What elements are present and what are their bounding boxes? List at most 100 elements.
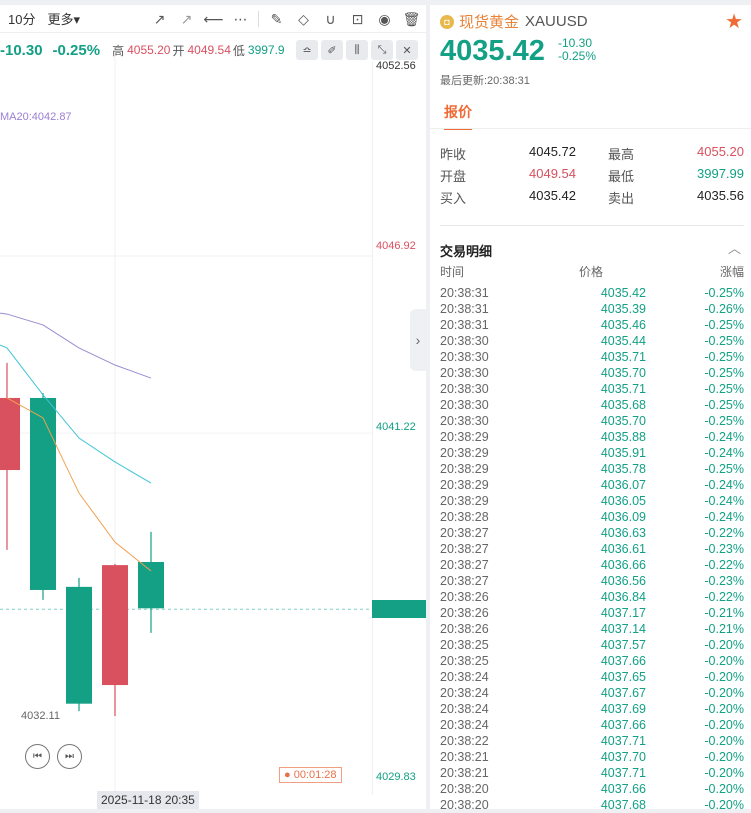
jump-end-button[interactable]: ⏭: [57, 744, 82, 769]
trades-list[interactable]: 20:38:31 4035.42 -0.25% 20:38:31 4035.39 -0.2…: [440, 285, 744, 813]
trade-cell: 20:38:27: [440, 574, 489, 588]
quote-field-label: 买入: [440, 191, 467, 206]
trade-cell: 20:38:25: [440, 638, 489, 652]
trade-row: 20:38:29 4036.07 -0.24%: [440, 477, 744, 493]
trade-cell: 20:38:29: [440, 446, 489, 460]
col-price: 价格: [579, 265, 604, 279]
current-price-tag: [372, 600, 426, 618]
divider: [440, 225, 744, 226]
instrument-symbol: XAUUSD: [525, 13, 588, 30]
lock-icon[interactable]: ⊡: [344, 9, 371, 29]
trades-title: 交易明细: [440, 244, 493, 259]
arrow-line-icon[interactable]: ↗: [146, 9, 173, 29]
trade-cell: -0.24%: [704, 430, 744, 444]
more-dropdown[interactable]: 更多▾: [47, 9, 80, 28]
low-marker-label: 4032.11: [21, 710, 60, 722]
dotted-line-icon[interactable]: ⋯: [227, 9, 254, 29]
trade-cell: 4035.42: [600, 286, 646, 300]
trade-cell: 4036.07: [600, 478, 646, 492]
trade-cell: -0.25%: [704, 286, 744, 300]
countdown-timer: ● 00:01:28: [279, 767, 342, 783]
trade-row: 20:38:20 4037.68 -0.20%: [440, 797, 744, 813]
trade-cell: 4037.69: [600, 702, 646, 716]
trade-cell: 20:38:30: [440, 366, 489, 380]
trade-cell: -0.20%: [704, 734, 744, 748]
trade-row: 20:38:27 4036.56 -0.23%: [440, 573, 744, 589]
candlestick-chart[interactable]: [0, 56, 372, 796]
trade-row: 20:38:24 4037.66 -0.20%: [440, 717, 744, 733]
edit-icon[interactable]: ✎: [263, 9, 290, 29]
low-value: 3997.9: [247, 43, 285, 57]
crosshair-date: 2025-11-18 20:35: [97, 791, 199, 809]
close-icon[interactable]: ✕: [396, 40, 418, 60]
trade-cell: -0.20%: [704, 686, 744, 700]
jump-start-button[interactable]: ⏮: [25, 744, 50, 769]
trade-cell: 20:38:30: [440, 350, 489, 364]
expand-handle[interactable]: ›: [410, 309, 426, 371]
collapse-icon[interactable]: ⤡: [371, 40, 393, 60]
axis-label-1: 4046.92: [376, 240, 416, 252]
trade-row: 20:38:26 4036.84 -0.22%: [440, 589, 744, 605]
trade-cell: 20:38:31: [440, 302, 489, 316]
favorite-star-icon[interactable]: ★: [725, 9, 743, 34]
quote-field-value: 4035.42: [529, 188, 576, 203]
trade-cell: 20:38:29: [440, 478, 489, 492]
magnet-icon[interactable]: ∪: [317, 9, 344, 29]
quote-panel: ◘ 现货黄金 XAUUSD ★ 4035.42 -10.30 -0.25% 最后更…: [430, 5, 751, 812]
trade-cell: 4037.66: [600, 782, 646, 796]
trade-cell: 4037.14: [600, 622, 646, 636]
trade-cell: 4035.39: [600, 302, 646, 316]
trade-row: 20:38:28 4036.09 -0.24%: [440, 509, 744, 525]
trade-cell: 20:38:29: [440, 494, 489, 508]
trade-cell: 20:38:24: [440, 702, 489, 716]
trade-cell: 4036.63: [600, 526, 646, 540]
trade-row: 20:38:25 4037.66 -0.20%: [440, 653, 744, 669]
axis-divider: [372, 61, 373, 795]
trade-cell: 4035.91: [600, 446, 646, 460]
trade-cell: -0.25%: [704, 366, 744, 380]
trade-row: 20:38:26 4037.14 -0.21%: [440, 621, 744, 637]
collapse-chevron-icon[interactable]: ︿: [728, 238, 741, 257]
trade-cell: 20:38:24: [440, 670, 489, 684]
trade-cell: -0.23%: [704, 574, 744, 588]
trade-row: 20:38:24 4037.69 -0.20%: [440, 701, 744, 717]
trade-cell: -0.21%: [704, 606, 744, 620]
candle-body: [138, 562, 164, 609]
trade-cell: 4035.70: [600, 414, 646, 428]
eraser-icon[interactable]: ◇: [290, 9, 317, 29]
quote-field-value: 4045.72: [529, 144, 576, 159]
trade-cell: -0.26%: [704, 302, 744, 316]
clock-icon: ●: [284, 769, 291, 781]
horizontal-line-icon[interactable]: ⟵: [200, 9, 227, 29]
trade-cell: 4037.68: [600, 798, 646, 812]
trade-cell: 20:38:20: [440, 798, 489, 812]
trade-cell: -0.22%: [704, 526, 744, 540]
trade-cell: 4035.71: [600, 382, 646, 396]
trade-cell: -0.24%: [704, 510, 744, 524]
trade-row: 20:38:29 4036.05 -0.24%: [440, 493, 744, 509]
trade-row: 20:38:30 4035.70 -0.25%: [440, 413, 744, 429]
timeframe-selector[interactable]: 10分: [8, 9, 35, 28]
ray-line-icon[interactable]: ↗: [173, 9, 200, 29]
eye-icon[interactable]: ◉: [371, 9, 398, 29]
trade-cell: 4035.68: [600, 398, 646, 412]
trash-icon[interactable]: 🗑: [398, 9, 425, 29]
trade-cell: 20:38:21: [440, 766, 489, 780]
trade-cell: 4037.57: [600, 638, 646, 652]
ma10-line: [0, 344, 152, 484]
trade-cell: 4037.67: [600, 686, 646, 700]
trade-cell: 20:38:29: [440, 430, 489, 444]
chart-panel[interactable]: 10分 更多▾ ↗ ↗ ⟵ ⋯ ✎ ◇ ∪ ⊡ ◉ 🗑 -10.30 -0.25…: [0, 5, 426, 809]
trade-cell: 20:38:24: [440, 686, 489, 700]
trade-row: 20:38:20 4037.66 -0.20%: [440, 781, 744, 797]
trade-cell: -0.25%: [704, 350, 744, 364]
tab-quote[interactable]: 报价: [444, 102, 472, 130]
chart-toolbar: 10分 更多▾ ↗ ↗ ⟵ ⋯ ✎ ◇ ∪ ⊡ ◉ 🗑: [0, 5, 426, 33]
trade-row: 20:38:31 4035.39 -0.26%: [440, 301, 744, 317]
quote-pct: -0.25%: [558, 49, 597, 63]
instrument-name: 现货黄金: [459, 14, 520, 31]
trade-cell: 20:38:25: [440, 654, 489, 668]
quote-field-value: 3997.99: [697, 166, 744, 181]
quote-field-label: 开盘: [440, 169, 467, 184]
trade-row: 20:38:25 4037.57 -0.20%: [440, 637, 744, 653]
